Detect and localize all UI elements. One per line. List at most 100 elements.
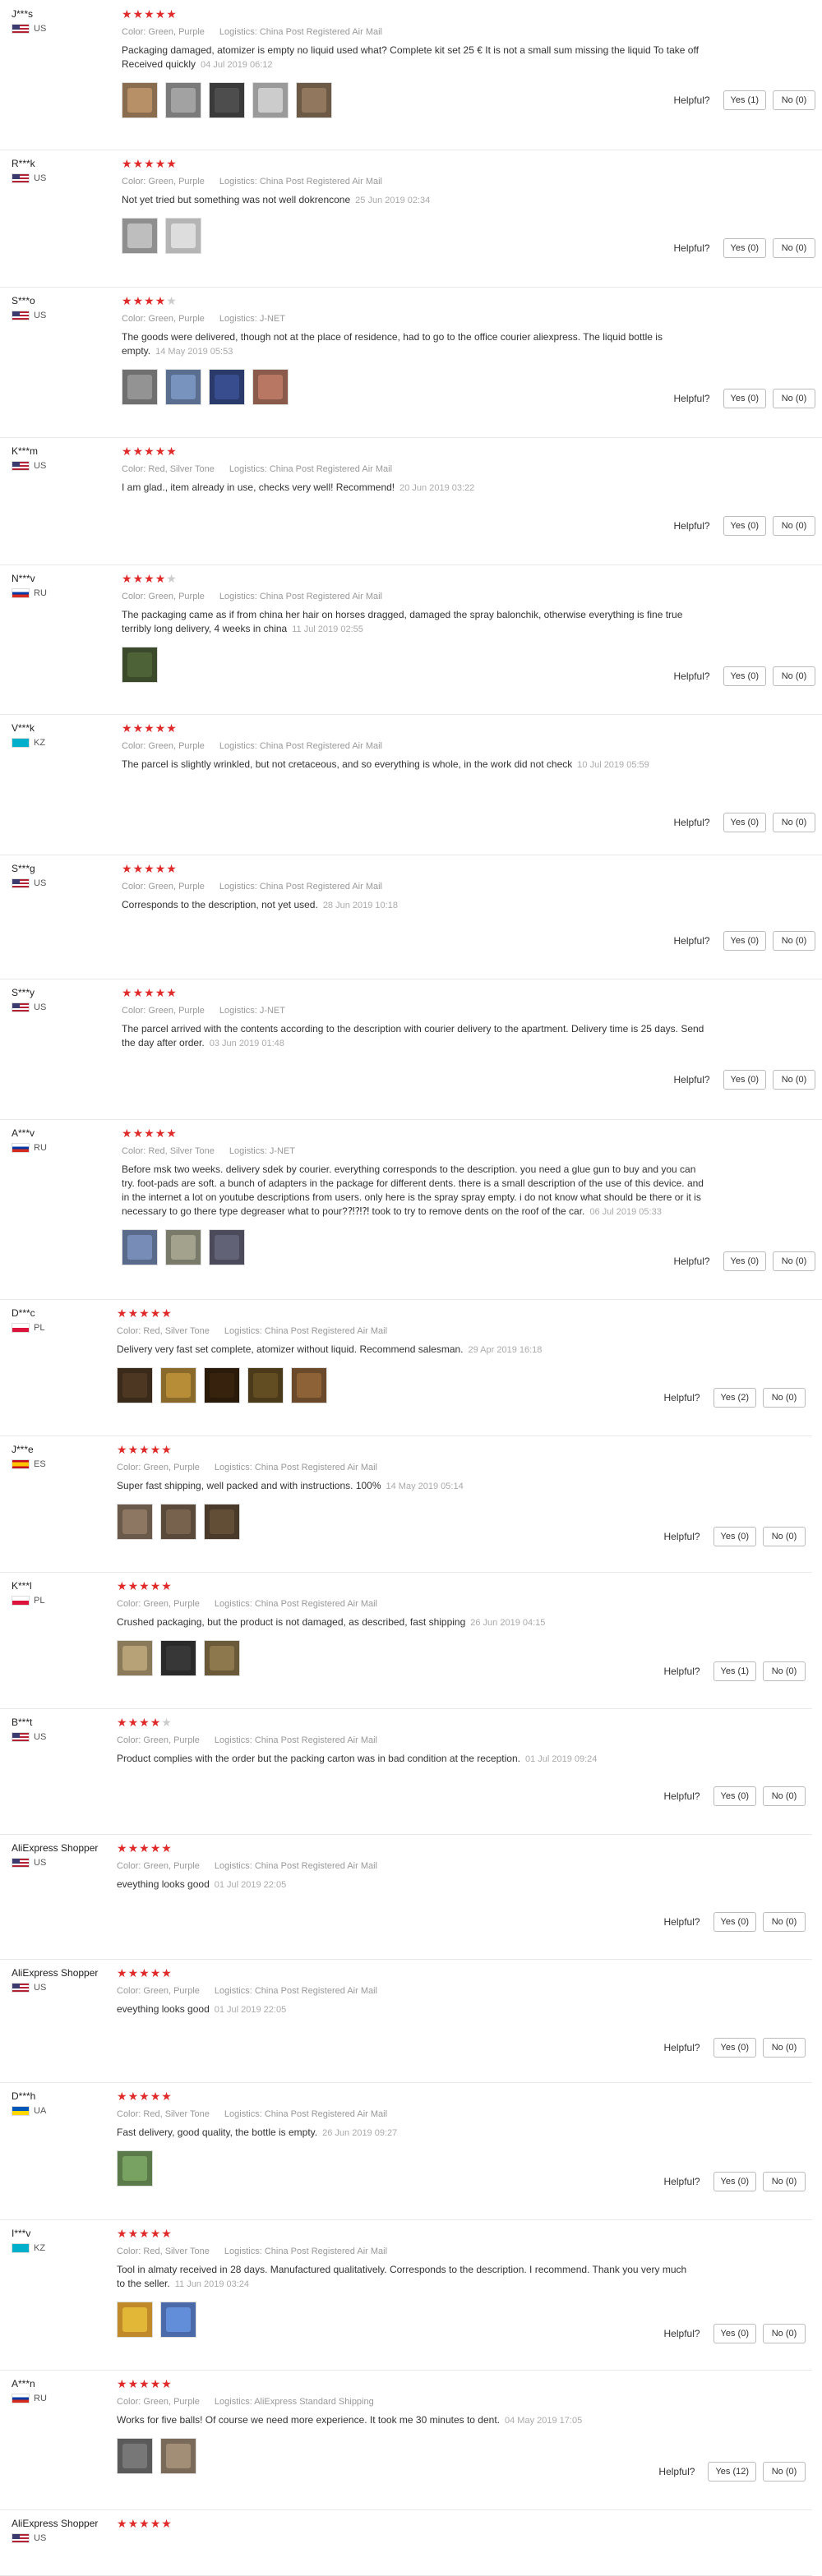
helpful-no-button[interactable]: No (0) [763, 1388, 806, 1408]
helpful-label: Helpful? [673, 1074, 710, 1085]
helpful-no-button[interactable]: No (0) [773, 238, 815, 258]
helpful-no-button[interactable]: No (0) [773, 931, 815, 951]
order-attributes: Color: Red, Silver Tone Logistics: China … [122, 464, 707, 474]
helpful-no-button[interactable]: No (0) [763, 2172, 806, 2191]
helpful-yes-button[interactable]: Yes (0) [713, 1786, 756, 1806]
helpful-no-button[interactable]: No (0) [763, 1661, 806, 1681]
helpful-no-button[interactable]: No (0) [763, 1527, 806, 1546]
logistics-label: Logistics: [214, 1735, 252, 1745]
helpful-label: Helpful? [658, 2466, 695, 2477]
helpful-no-button[interactable]: No (0) [763, 2038, 806, 2058]
helpful-yes-button[interactable]: Yes (1) [723, 90, 766, 110]
helpful-yes-button[interactable]: Yes (0) [713, 2172, 756, 2191]
reviewer-info: K***m US [12, 445, 118, 471]
helpful-no-button[interactable]: No (0) [763, 1786, 806, 1806]
helpful-yes-button[interactable]: Yes (2) [713, 1388, 756, 1408]
helpful-yes-button[interactable]: Yes (0) [723, 389, 766, 408]
star-rating: ★ ★ ★ ★ ★ [117, 2378, 697, 2389]
photo-thumbnail[interactable] [122, 1229, 158, 1265]
helpful-no-button[interactable]: No (0) [773, 1070, 815, 1090]
star-icon: ★ [132, 7, 144, 21]
photo-thumbnail[interactable] [160, 1367, 196, 1403]
helpful-no-button[interactable]: No (0) [763, 2324, 806, 2343]
star-icon: ★ [144, 862, 155, 875]
helpful-yes-button[interactable]: Yes (0) [713, 2038, 756, 2058]
helpful-yes-button[interactable]: Yes (0) [713, 1527, 756, 1546]
photo-thumbnail[interactable] [204, 1640, 240, 1676]
helpful-yes-button[interactable]: Yes (0) [723, 931, 766, 951]
helpful-no-button[interactable]: No (0) [763, 2462, 806, 2482]
helpful-no-button[interactable]: No (0) [773, 90, 815, 110]
photo-thumbnail[interactable] [209, 1229, 245, 1265]
photo-thumbnail[interactable] [209, 369, 245, 405]
review-content: ★ ★ ★ ★ ★ Color: Green, Purple Logistics: Chin… [122, 722, 707, 772]
photo-thumbnail[interactable] [165, 82, 201, 118]
helpful-no-button[interactable]: No (0) [763, 1912, 806, 1932]
photo-thumbnail[interactable] [247, 1367, 284, 1403]
photo-thumbnail[interactable] [160, 2302, 196, 2338]
helpful-yes-button[interactable]: Yes (0) [723, 1251, 766, 1271]
photo-thumbnail[interactable] [160, 1640, 196, 1676]
review-item: K***l PL ★ ★ ★ ★ ★ Color: Green, Purple Logistic… [0, 1572, 812, 1709]
photo-thumbnail[interactable] [117, 1504, 153, 1540]
helpful-no-button[interactable]: No (0) [773, 666, 815, 686]
photo-thumbnail[interactable] [291, 1367, 327, 1403]
reviewer-info: AliExpress Shopper US [12, 1967, 118, 1993]
photo-thumbnail[interactable] [122, 218, 158, 254]
photo-thumbnail[interactable] [252, 82, 289, 118]
star-icon: ★ [117, 1306, 127, 1320]
photo-thumbnail[interactable] [122, 82, 158, 118]
logistics-label: Logistics: [219, 741, 257, 751]
review-item: D***c PL ★ ★ ★ ★ ★ Color: Red, Silver Tone Logis… [0, 1299, 812, 1436]
helpful-yes-button[interactable]: Yes (1) [713, 1661, 756, 1681]
helpful-no-button[interactable]: No (0) [773, 1251, 815, 1271]
photo-thumbnail[interactable] [165, 218, 201, 254]
helpful-yes-button[interactable]: Yes (0) [713, 1912, 756, 1932]
review-body: Fast delivery, good quality, the bottle … [117, 2127, 318, 2138]
star-icon: ★ [122, 1127, 132, 1140]
order-attributes: Color: Red, Silver Tone Logistics: China … [117, 1326, 697, 1336]
helpful-no-button[interactable]: No (0) [773, 813, 815, 832]
helpful-yes-button[interactable]: Yes (0) [713, 2324, 756, 2343]
reviewer-info: N***v RU [12, 573, 118, 598]
logistics-value: China Post Registered Air Mail [259, 592, 382, 601]
logistics-value: China Post Registered Air Mail [264, 1326, 388, 1336]
photo-thumbnail[interactable] [117, 2150, 153, 2187]
helpful-yes-button[interactable]: Yes (0) [723, 516, 766, 536]
order-attributes: Color: Green, Purple Logistics: AliExpres… [117, 2397, 697, 2407]
review-body: Delivery very fast set complete, atomize… [117, 1343, 464, 1355]
review-content: ★ ★ ★ ★ ★ Color: Green, Purple Logistics: Chin… [122, 8, 707, 118]
photo-thumbnail[interactable] [122, 369, 158, 405]
helpful-votes: Helpful? Yes (0) No (0) [664, 2172, 806, 2191]
photo-thumbnail[interactable] [204, 1504, 240, 1540]
helpful-yes-button[interactable]: Yes (0) [723, 813, 766, 832]
reviewer-name: S***o [12, 295, 35, 306]
review-content: ★ ★ ★ ★ ★ Color: Green, Purple Logistics: Chin… [122, 863, 707, 913]
reviewer-country: KZ [12, 2243, 118, 2253]
photo-thumbnail[interactable] [160, 2438, 196, 2474]
photo-thumbnail[interactable] [117, 1640, 153, 1676]
helpful-no-button[interactable]: No (0) [773, 389, 815, 408]
photo-thumbnail[interactable] [209, 82, 245, 118]
photo-thumbnail[interactable] [117, 2302, 153, 2338]
photo-thumbnail[interactable] [160, 1504, 196, 1540]
photo-thumbnail[interactable] [165, 1229, 201, 1265]
photo-thumbnail[interactable] [252, 369, 289, 405]
photo-thumbnail[interactable] [165, 369, 201, 405]
helpful-yes-button[interactable]: Yes (0) [723, 1070, 766, 1090]
review-content: ★ ★ ★ ★ ★ Color: Green, Purple Logistics: Chin… [117, 1842, 697, 1892]
helpful-yes-button[interactable]: Yes (12) [708, 2462, 756, 2482]
reviewer-name: AliExpress Shopper [12, 2518, 99, 2529]
photo-thumbnail[interactable] [117, 2438, 153, 2474]
logistics-value: China Post Registered Air Mail [259, 27, 382, 37]
photo-thumbnail[interactable] [296, 82, 332, 118]
helpful-votes: Helpful? Yes (0) No (0) [674, 1251, 815, 1271]
helpful-yes-button[interactable]: Yes (0) [723, 666, 766, 686]
photo-thumbnail[interactable] [204, 1367, 240, 1403]
photo-thumbnail[interactable] [117, 1367, 153, 1403]
helpful-no-button[interactable]: No (0) [773, 516, 815, 536]
reviewer-country: UA [12, 2106, 118, 2116]
logistics-value: AliExpress Standard Shipping [254, 2397, 374, 2407]
photo-thumbnail[interactable] [122, 647, 158, 683]
helpful-yes-button[interactable]: Yes (0) [723, 238, 766, 258]
